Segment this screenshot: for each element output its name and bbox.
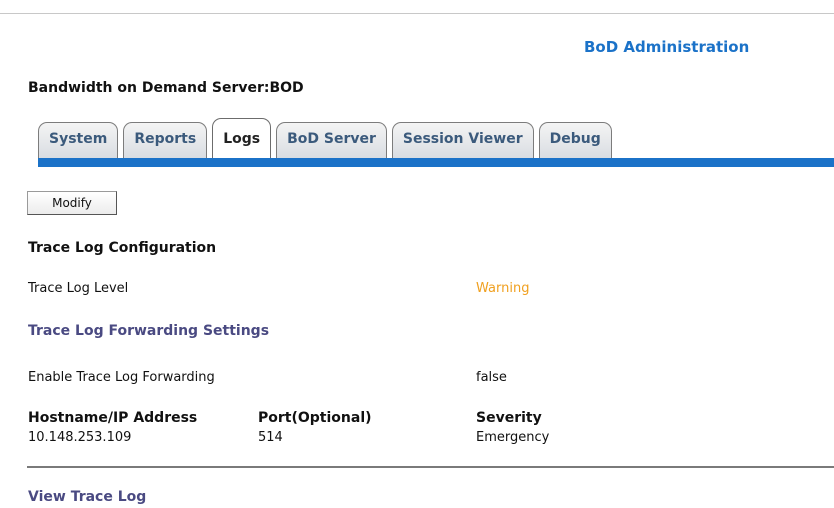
page: BoD Administration Bandwidth on Demand S… (0, 0, 834, 508)
trace-log-forwarding-heading: Trace Log Forwarding Settings (28, 323, 270, 339)
tab-underline-bar (38, 158, 834, 167)
column-header-host: Hostname/IP Address (28, 410, 198, 426)
tab-session-viewer[interactable]: Session Viewer (391, 122, 534, 158)
tab-reports[interactable]: Reports (123, 122, 208, 158)
tab-system[interactable]: System (38, 122, 119, 158)
server-title: Bandwidth on Demand Server:BOD (28, 80, 304, 96)
tab-strip: System Reports Logs BoD Server Session V… (38, 118, 617, 158)
section-divider (27, 466, 834, 468)
enable-forwarding-label: Enable Trace Log Forwarding (28, 370, 215, 385)
cell-severity: Emergency (476, 430, 550, 445)
tab-bod-server[interactable]: BoD Server (276, 122, 387, 158)
trace-log-level-value: Warning (476, 281, 530, 296)
enable-forwarding-value: false (476, 370, 507, 385)
admin-title: BoD Administration (584, 38, 750, 56)
tab-logs[interactable]: Logs (212, 118, 272, 158)
trace-log-level-label: Trace Log Level (28, 281, 129, 296)
view-trace-log-link[interactable]: View Trace Log (28, 489, 146, 505)
cell-port: 514 (258, 430, 283, 445)
cell-host: 10.148.253.109 (28, 430, 132, 445)
top-divider (0, 13, 834, 14)
tab-debug[interactable]: Debug (538, 122, 612, 158)
column-header-port: Port(Optional) (258, 410, 372, 426)
trace-log-configuration-heading: Trace Log Configuration (28, 240, 217, 256)
modify-button[interactable]: Modify (27, 191, 117, 215)
column-header-severity: Severity (476, 410, 542, 426)
